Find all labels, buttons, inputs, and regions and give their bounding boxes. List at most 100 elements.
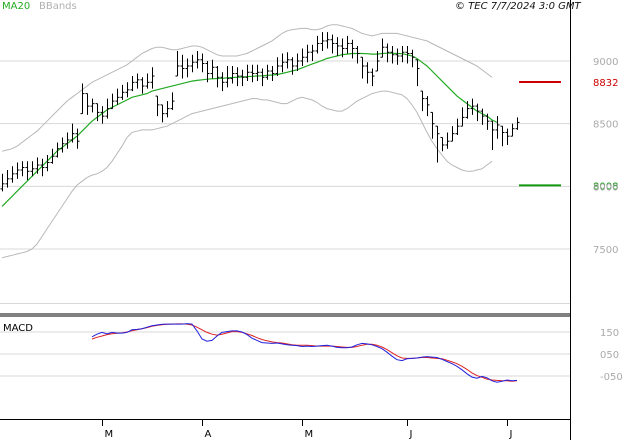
signal-line xyxy=(91,323,518,382)
ohlc-bar xyxy=(495,116,500,139)
ohlc-bar xyxy=(320,32,325,51)
bb-upper-line xyxy=(1,24,493,152)
ma20-line xyxy=(1,52,498,207)
macd-tick-label: 150 xyxy=(600,328,619,339)
ohlc-bar xyxy=(65,132,70,149)
price-gridlines xyxy=(0,60,570,304)
bbands-legend: BBands xyxy=(39,1,77,12)
ohlc-bar xyxy=(195,50,200,69)
ohlc-bar xyxy=(25,161,30,181)
ohlc-bar xyxy=(75,128,80,149)
ohlc-bar xyxy=(150,67,155,89)
ohlc-bar xyxy=(180,54,185,79)
bb-lower-line xyxy=(1,90,493,259)
ohlc-bar xyxy=(305,44,310,63)
ohlc-bar xyxy=(165,101,170,118)
ohlc-bar xyxy=(210,59,215,79)
ohlc-bar xyxy=(120,84,125,100)
ohlc-bar xyxy=(20,161,25,177)
ohlc-bar xyxy=(395,48,400,65)
ohlc-bar xyxy=(250,64,255,83)
ohlc-bar xyxy=(275,57,280,77)
ohlc-bar xyxy=(215,66,220,88)
ohlc-bar xyxy=(245,64,250,82)
ohlc-bar xyxy=(425,96,430,117)
ohlc-bar xyxy=(430,111,435,139)
ohlc-bar xyxy=(500,125,505,147)
ohlc-bar xyxy=(445,132,450,149)
price-tick-label: 8500 xyxy=(593,120,618,131)
ohlc-bar xyxy=(125,82,130,98)
ohlc-bar xyxy=(285,52,290,69)
ma20-layer xyxy=(1,52,498,207)
ohlc-bar xyxy=(490,120,495,150)
price-tick-label: 7500 xyxy=(593,245,618,256)
ohlc-bar xyxy=(415,59,420,87)
ohlc-bar xyxy=(410,49,415,68)
x-tick-label: M xyxy=(305,429,314,440)
ohlc-bar xyxy=(465,101,470,119)
ohlc-bar xyxy=(270,66,275,82)
x-tick-label: M xyxy=(105,429,114,440)
price-tick-label: 8000 xyxy=(593,182,618,193)
ohlc-bar xyxy=(90,98,95,113)
ohlc-bar xyxy=(200,53,205,73)
ohlc-bar xyxy=(295,53,300,72)
ohlc-bar xyxy=(155,95,160,117)
ohlc-bar xyxy=(350,39,355,59)
x-tick-label: J xyxy=(409,429,413,440)
ohlc-bar xyxy=(225,66,230,88)
copyright-text: © TEC 7/7/2024 3:0 GMT xyxy=(455,1,582,12)
ohlc-bar xyxy=(365,62,370,84)
ohlc-bar xyxy=(335,37,340,56)
ohlc-bar xyxy=(85,93,90,115)
ohlc-bar xyxy=(325,32,330,49)
price-panel: 88328008 9000 8500 8000 7500 xyxy=(0,0,618,440)
ohlc-bar xyxy=(360,56,365,79)
ohlc-bar xyxy=(505,128,510,145)
ohlc-bar xyxy=(370,68,375,87)
ohlc-bar xyxy=(160,104,165,123)
ohlc-bars xyxy=(0,32,520,192)
ohlc-bar xyxy=(280,53,285,73)
macd-tick-label: -050 xyxy=(600,372,623,383)
level-lines: 88328008 xyxy=(519,78,618,192)
ohlc-bar xyxy=(315,35,320,54)
ohlc-bar xyxy=(345,35,350,54)
ohlc-bar xyxy=(130,76,135,92)
ohlc-bar xyxy=(485,113,490,130)
stock-chart: 88328008 9000 8500 8000 7500 150 050 -050 M A M… xyxy=(0,0,623,440)
ohlc-bar xyxy=(50,148,55,164)
ohlc-bar xyxy=(230,66,235,84)
x-tick-label: A xyxy=(205,429,212,440)
ohlc-bar xyxy=(170,92,175,110)
macd-panel: 150 050 -050 xyxy=(0,315,623,420)
ohlc-bar xyxy=(440,136,445,152)
ohlc-bar xyxy=(15,162,20,179)
date-axis: MAMJJ xyxy=(102,419,512,440)
ohlc-bar xyxy=(300,48,305,67)
macd-gridlines xyxy=(0,331,570,377)
macd-label: MACD xyxy=(3,323,33,334)
ohlc-bar xyxy=(105,98,110,119)
ohlc-bar xyxy=(220,72,225,92)
ohlc-bar xyxy=(380,38,385,58)
ma20-legend: MA20 xyxy=(2,1,30,12)
ohlc-bar xyxy=(310,44,315,61)
ohlc-bar xyxy=(510,123,515,137)
ohlc-bar xyxy=(135,73,140,89)
ohlc-bar xyxy=(240,69,245,87)
price-tick-label: 9000 xyxy=(593,57,618,68)
ohlc-bar xyxy=(0,173,5,192)
ohlc-bar xyxy=(455,118,460,135)
ohlc-bar xyxy=(115,88,120,105)
ohlc-bar xyxy=(435,125,440,163)
resistance-label: 8832 xyxy=(593,78,618,89)
ohlc-bar xyxy=(190,54,195,73)
ohlc-bar xyxy=(290,57,295,75)
ohlc-bar xyxy=(10,166,15,183)
ohlc-bar xyxy=(140,77,145,94)
ohlc-bar xyxy=(175,50,180,77)
ohlc-bar xyxy=(450,126,455,142)
macd-tick-label: 050 xyxy=(600,350,619,361)
